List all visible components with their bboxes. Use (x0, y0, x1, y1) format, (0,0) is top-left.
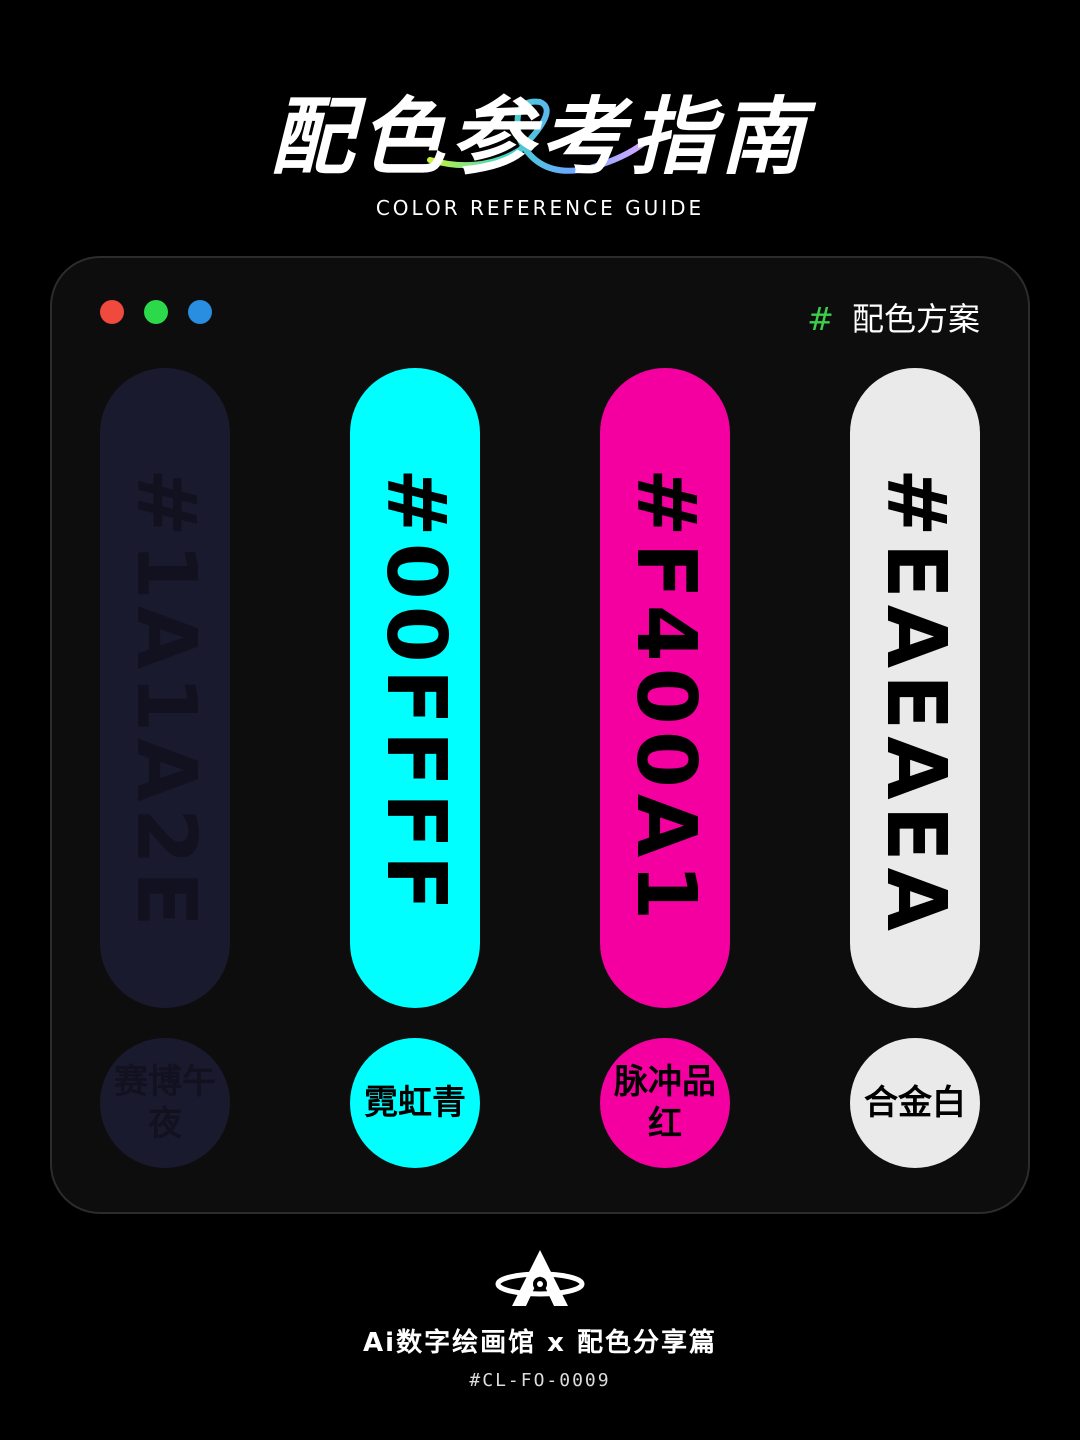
page-subtitle: COLOR REFERENCE GUIDE (375, 196, 705, 220)
swatch-hex: #F400A1 (618, 468, 713, 927)
scheme-label-text: 配色方案 (851, 300, 980, 338)
swatch-pill-2: #00FFFF (350, 368, 480, 1008)
swatch-name: 脉冲品红 (614, 1062, 716, 1144)
swatch-name-badge-3: 脉冲品红 (600, 1038, 730, 1168)
footer-title: Ai数字绘画馆 x 配色分享篇 (363, 1328, 717, 1358)
planet-a-logo-icon (495, 1250, 585, 1306)
scheme-label: # 配色方案 (807, 294, 980, 340)
hash-icon: # (807, 300, 834, 338)
swatch-hex: #1A1A2E (118, 468, 213, 933)
minimize-dot-icon[interactable] (188, 300, 212, 324)
swatch-pill-3: #F400A1 (600, 368, 730, 1008)
swatch-pill-4: #EAEAEA (850, 368, 980, 1008)
window-controls (100, 300, 212, 324)
maximize-dot-icon[interactable] (144, 300, 168, 324)
swatch-name: 赛博午夜 (114, 1062, 216, 1144)
swatch-name: 合金白 (864, 1083, 966, 1123)
palette-window: # 配色方案 #1A1A2E #00FFFF #F400A1 #EAEAEA 赛博… (50, 256, 1030, 1214)
swatch-name: 霓虹青 (364, 1083, 466, 1123)
header: 配色参考指南 (0, 50, 1080, 190)
swatch-pill-1: #1A1A2E (100, 368, 230, 1008)
swatch-hex: #00FFFF (368, 468, 463, 917)
close-dot-icon[interactable] (100, 300, 124, 324)
swatch-name-badge-4: 合金白 (850, 1038, 980, 1168)
swatch-name-badge-1: 赛博午夜 (100, 1038, 230, 1168)
swatch-name-badge-2: 霓虹青 (350, 1038, 480, 1168)
footer-code: #CL-FO-0009 (469, 1370, 611, 1391)
page-title: 配色参考指南 (269, 88, 810, 186)
swatch-hex: #EAEAEA (868, 468, 963, 938)
